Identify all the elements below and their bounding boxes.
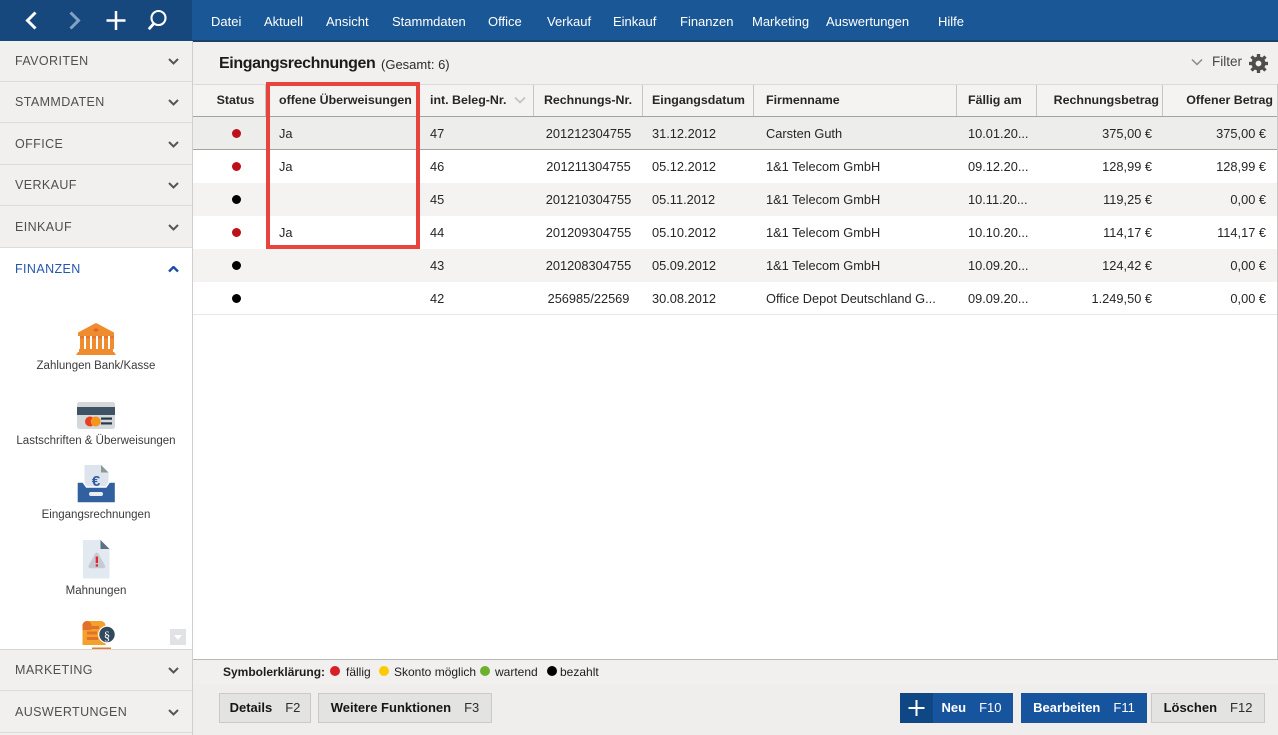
svg-text:§: § bbox=[104, 628, 111, 643]
